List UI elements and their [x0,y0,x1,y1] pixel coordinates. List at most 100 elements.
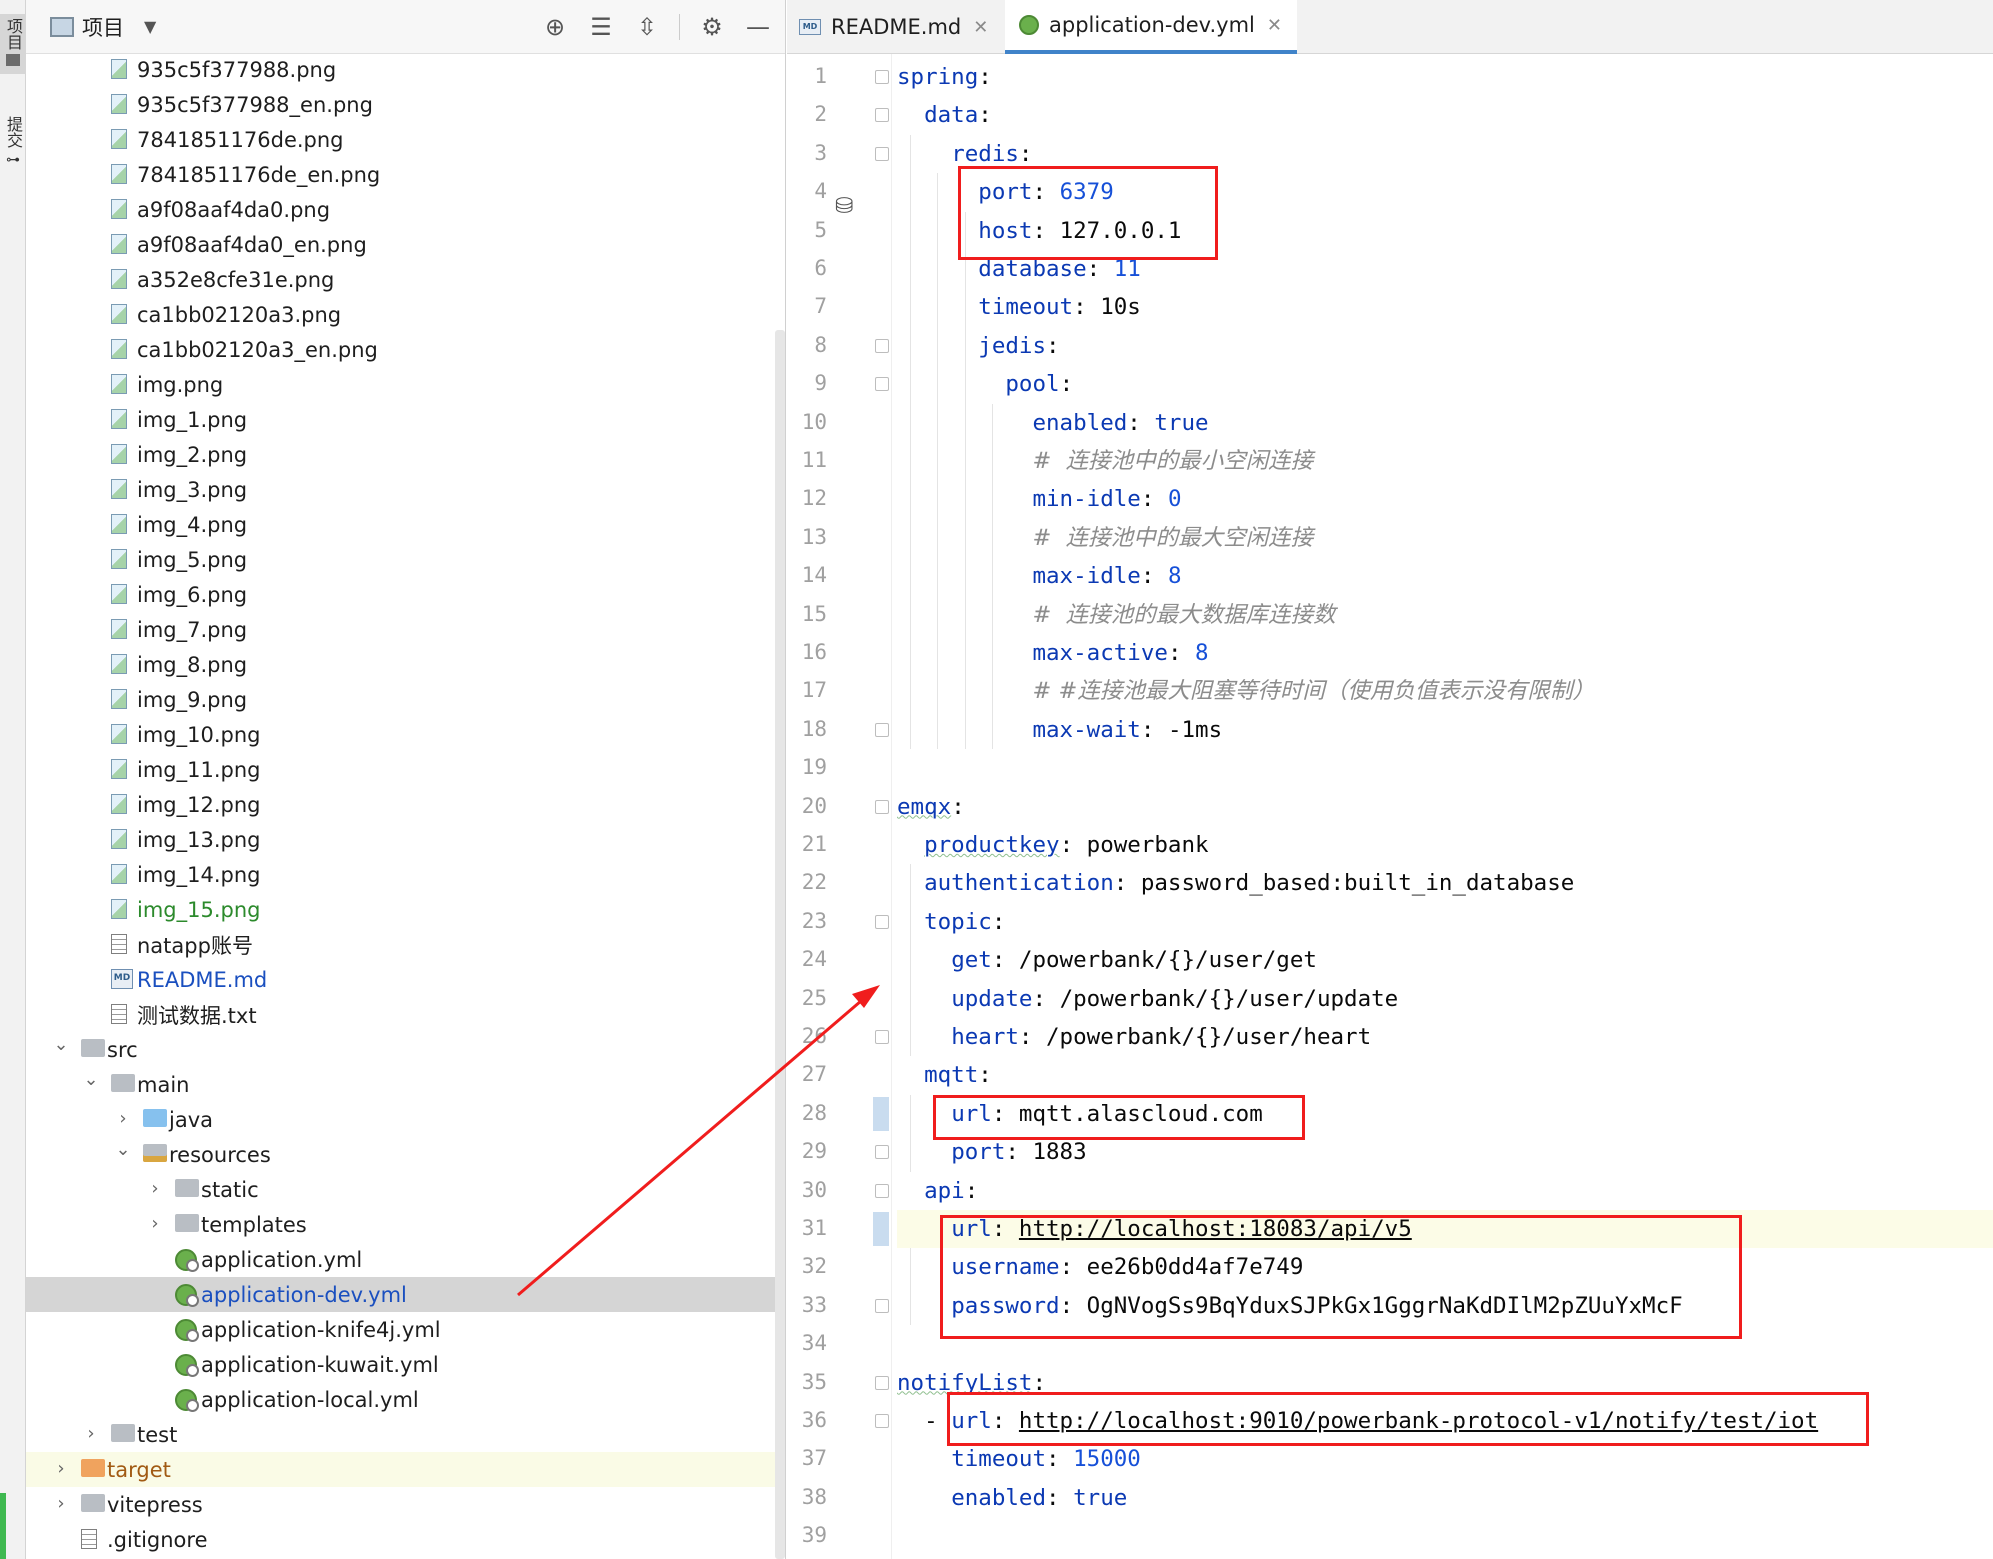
image-file-icon [111,374,127,394]
fold-marker-icon[interactable] [875,1375,889,1390]
folder-icon [6,54,20,66]
tree-item[interactable]: natapp账号 [26,927,785,962]
change-marker[interactable] [873,1212,889,1246]
chevron-down-icon[interactable]: ⌄ [81,1069,101,1090]
text-file-icon [81,1529,97,1549]
tree-item[interactable]: a352e8cfe31e.png [26,262,785,297]
fold-marker-icon[interactable] [875,338,889,353]
yaml-key: max-active [1032,640,1168,666]
tab-application-dev[interactable]: application-dev.yml ✕ [1005,0,1297,54]
tree-item[interactable]: application-knife4j.yml [26,1312,785,1347]
tab-readme[interactable]: MD README.md ✕ [799,0,988,54]
tree-item-label: a352e8cfe31e.png [137,267,335,292]
tree-item[interactable]: img_15.png [26,892,785,927]
tree-item[interactable]: a9f08aaf4da0.png [26,192,785,227]
tree-item[interactable]: ca1bb02120a3_en.png [26,332,785,367]
tree-item[interactable]: img_3.png [26,472,785,507]
line-number: 29 [801,1139,827,1164]
tree-item[interactable]: img_10.png [26,717,785,752]
tree-item[interactable]: › vitepress [26,1487,785,1522]
tree-item-label: 935c5f377988.png [137,57,337,82]
collapse-all-icon[interactable]: ⇳ [633,13,661,41]
fold-marker-icon[interactable] [875,1298,889,1313]
minimize-icon[interactable]: — [744,13,772,41]
tree-item[interactable]: img_8.png [26,647,785,682]
database-icon[interactable]: ⛁ [835,194,853,219]
gear-icon[interactable]: ⚙ [698,13,726,41]
yaml-value: 0 [1167,486,1182,513]
project-panel-title[interactable]: 项目 [82,12,124,42]
tree-item[interactable]: img_9.png [26,682,785,717]
fold-marker-icon[interactable] [875,108,889,123]
tree-item[interactable]: › static [26,1172,785,1207]
tree-item[interactable]: application-kuwait.yml [26,1347,785,1382]
chevron-right-icon[interactable]: › [145,1213,165,1234]
change-marker[interactable] [873,1096,889,1131]
tree-item-label: a9f08aaf4da0.png [137,197,331,222]
tree-item[interactable]: img_4.png [26,507,785,542]
fold-marker-icon[interactable] [875,1183,889,1198]
tree-item[interactable]: 7841851176de.png [26,122,785,157]
close-icon[interactable]: ✕ [973,17,988,38]
tree-item[interactable]: › java [26,1102,785,1137]
tree-item[interactable]: img_6.png [26,577,785,612]
chevron-right-icon[interactable]: › [51,1493,71,1514]
chevron-right-icon[interactable]: › [81,1423,101,1444]
fold-marker-icon[interactable] [875,70,889,84]
tree-item[interactable]: application.yml [26,1242,785,1277]
tree-item[interactable]: ⌄ resources [26,1137,785,1172]
fold-marker-icon[interactable] [875,146,889,161]
fold-marker-icon[interactable] [875,1414,889,1428]
tree-item[interactable]: img_13.png [26,822,785,857]
tree-item[interactable]: › target [26,1452,785,1487]
close-icon[interactable]: ✕ [1267,15,1282,36]
yaml-icon [175,1389,199,1412]
line-number: 18 [801,716,827,741]
tree-item[interactable]: img_11.png [26,752,785,787]
line-number: 22 [801,870,827,895]
chevron-right-icon[interactable]: › [113,1108,133,1129]
tree-item[interactable]: 935c5f377988_en.png [26,87,785,122]
fold-marker-icon[interactable] [875,1030,889,1044]
tree-item[interactable]: img_2.png [26,437,785,472]
line-number: 7 [814,294,827,319]
tree-item[interactable]: img_14.png [26,857,785,892]
fold-marker-icon[interactable] [875,914,889,929]
yaml-separator: : [1140,486,1168,513]
fold-marker-icon[interactable] [875,1145,889,1160]
chevron-down-icon[interactable]: ⌄ [51,1034,71,1055]
tree-item[interactable]: a9f08aaf4da0_en.png [26,227,785,262]
tree-item[interactable]: › test [26,1417,785,1452]
fold-marker-icon[interactable] [875,722,889,737]
tree-item[interactable]: 7841851176de_en.png [26,157,785,192]
fold-marker-icon[interactable] [875,377,889,392]
commit-tool-button[interactable]: 提交 ⊶ [0,112,26,172]
tree-item[interactable]: ⌄ src [26,1032,785,1067]
tree-item[interactable]: ⌄ main [26,1067,785,1102]
tree-item[interactable]: 测试数据.txt [26,997,785,1032]
tree-item[interactable]: img_7.png [26,612,785,647]
tree-item[interactable]: img_12.png [26,787,785,822]
tree-item[interactable]: ca1bb02120a3.png [26,297,785,332]
tree-item[interactable]: 935c5f377988.png [26,52,785,87]
chevron-right-icon[interactable]: › [145,1178,165,1199]
tree-item[interactable]: img.png [26,367,785,402]
chevron-down-icon[interactable]: ⌄ [113,1139,133,1160]
tree-item-label: img_13.png [137,827,261,852]
expand-all-icon[interactable]: ☰ [587,13,615,41]
chevron-right-icon[interactable]: › [51,1458,71,1479]
project-tool-button[interactable]: 项目 [0,14,26,74]
tree-item[interactable]: img_5.png [26,542,785,577]
tree-item[interactable]: MD README.md [26,962,785,997]
tree-item[interactable]: › templates [26,1207,785,1242]
tree-item[interactable]: img_1.png [26,402,785,437]
chevron-down-icon[interactable]: ▼ [144,17,156,36]
tree-scrollbar[interactable] [775,330,785,1559]
fold-marker-icon[interactable] [875,799,889,814]
tree-item[interactable]: .gitignore [26,1522,785,1557]
yaml-separator: : [978,102,992,129]
tree-item[interactable]: application-local.yml [26,1382,785,1417]
target-icon[interactable]: ⊕ [541,13,569,41]
tree-item[interactable]: application-dev.yml [26,1277,785,1312]
